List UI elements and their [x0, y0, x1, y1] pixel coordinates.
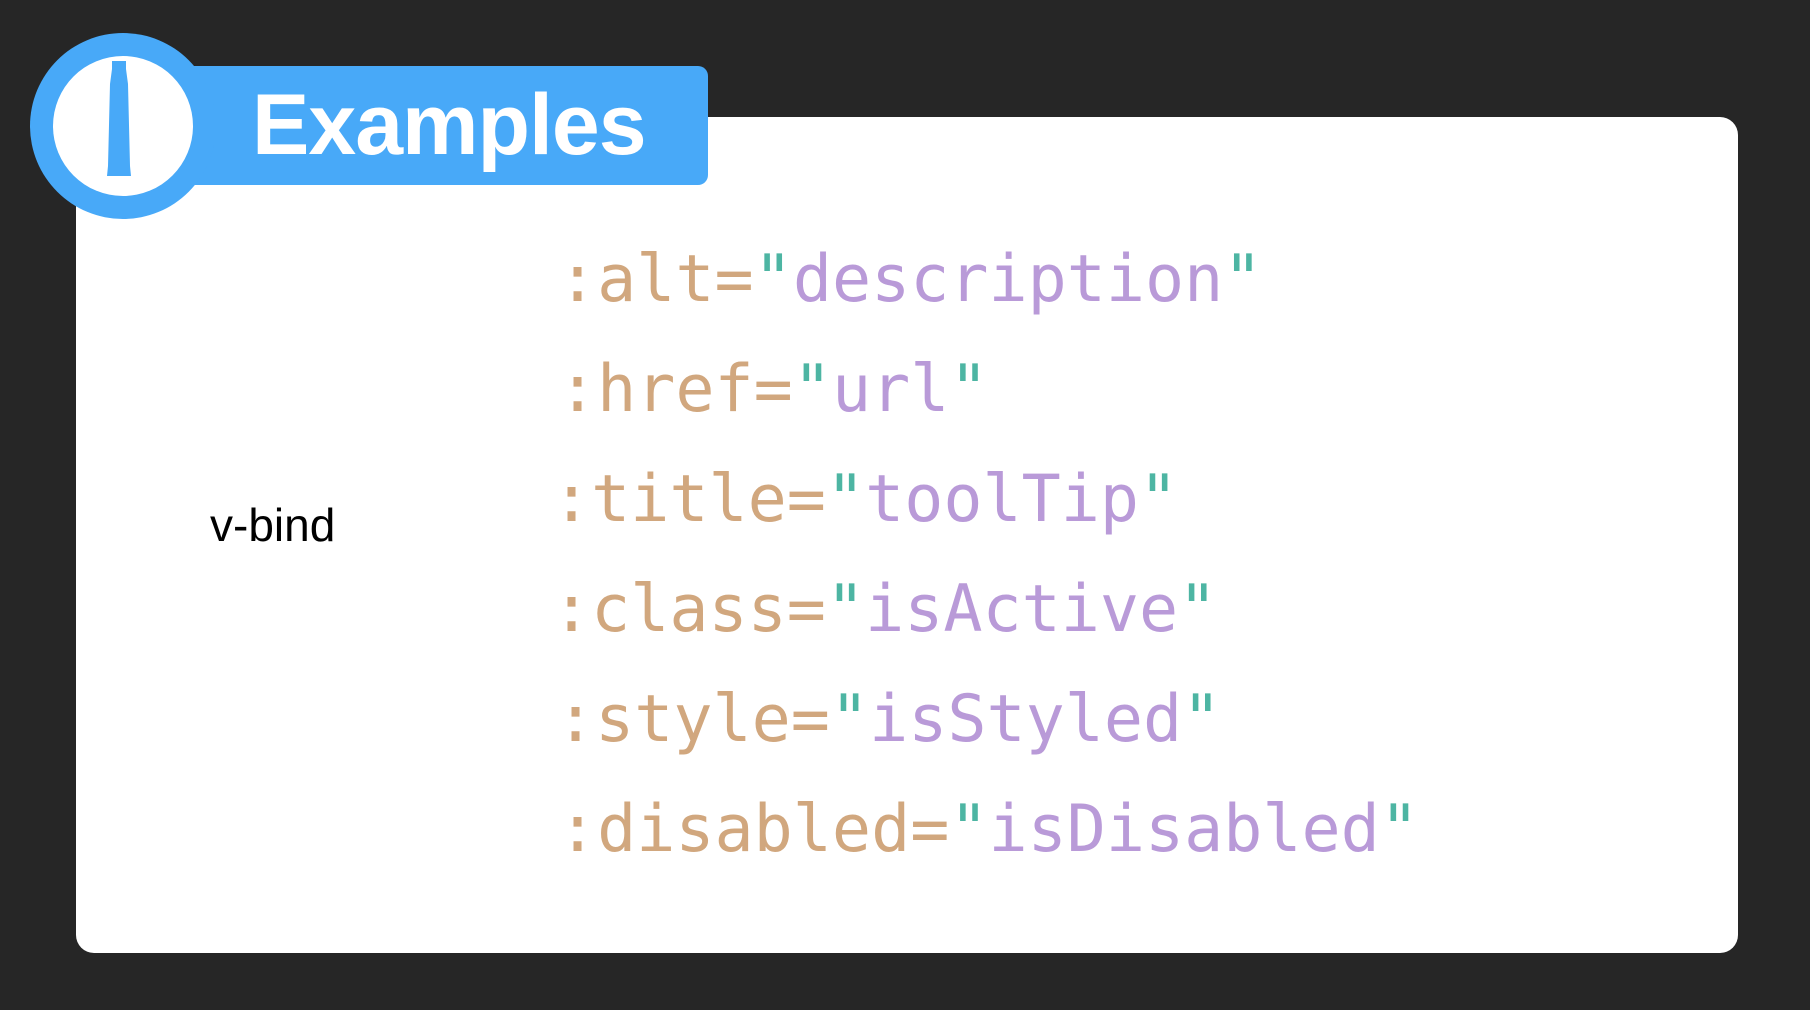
binding-line: :title="toolTip" — [552, 460, 1178, 540]
binding-attribute: :alt= — [558, 242, 754, 317]
binding-line: :class="isActive" — [552, 570, 1217, 650]
close-quote: " — [1139, 462, 1179, 537]
binding-value: isActive — [865, 572, 1179, 647]
binding-line: :alt="description" — [558, 240, 1262, 320]
binding-attribute: :style= — [556, 682, 830, 757]
page-title: Examples — [252, 77, 647, 173]
binding-value: isDisabled — [988, 792, 1380, 867]
directive-label: v-bind — [210, 499, 336, 551]
binding-line: :href="url" — [558, 350, 989, 430]
binding-attribute: :href= — [558, 352, 793, 427]
badge-inner-circle — [53, 56, 193, 196]
close-quote: " — [1182, 682, 1222, 757]
tube-icon — [107, 61, 131, 176]
binding-line: :style="isStyled" — [556, 680, 1221, 760]
open-quote: " — [825, 572, 866, 647]
open-quote: " — [825, 462, 866, 537]
close-quote: " — [949, 352, 989, 427]
binding-attribute: :class= — [552, 572, 826, 647]
binding-value: description — [792, 242, 1224, 317]
close-quote: " — [1379, 792, 1419, 867]
title-badge — [30, 33, 216, 219]
open-quote: " — [949, 792, 989, 867]
binding-value: url — [831, 352, 950, 427]
binding-line: :disabled="isDisabled" — [558, 790, 1419, 870]
open-quote: " — [792, 352, 832, 427]
close-quote: " — [1223, 242, 1263, 317]
binding-value: isStyled — [869, 682, 1183, 757]
binding-attribute: :title= — [552, 462, 826, 537]
open-quote: " — [829, 682, 870, 757]
open-quote: " — [753, 242, 793, 317]
binding-value: toolTip — [865, 462, 1140, 537]
close-quote: " — [1178, 572, 1218, 647]
binding-attribute: :disabled= — [558, 792, 950, 867]
